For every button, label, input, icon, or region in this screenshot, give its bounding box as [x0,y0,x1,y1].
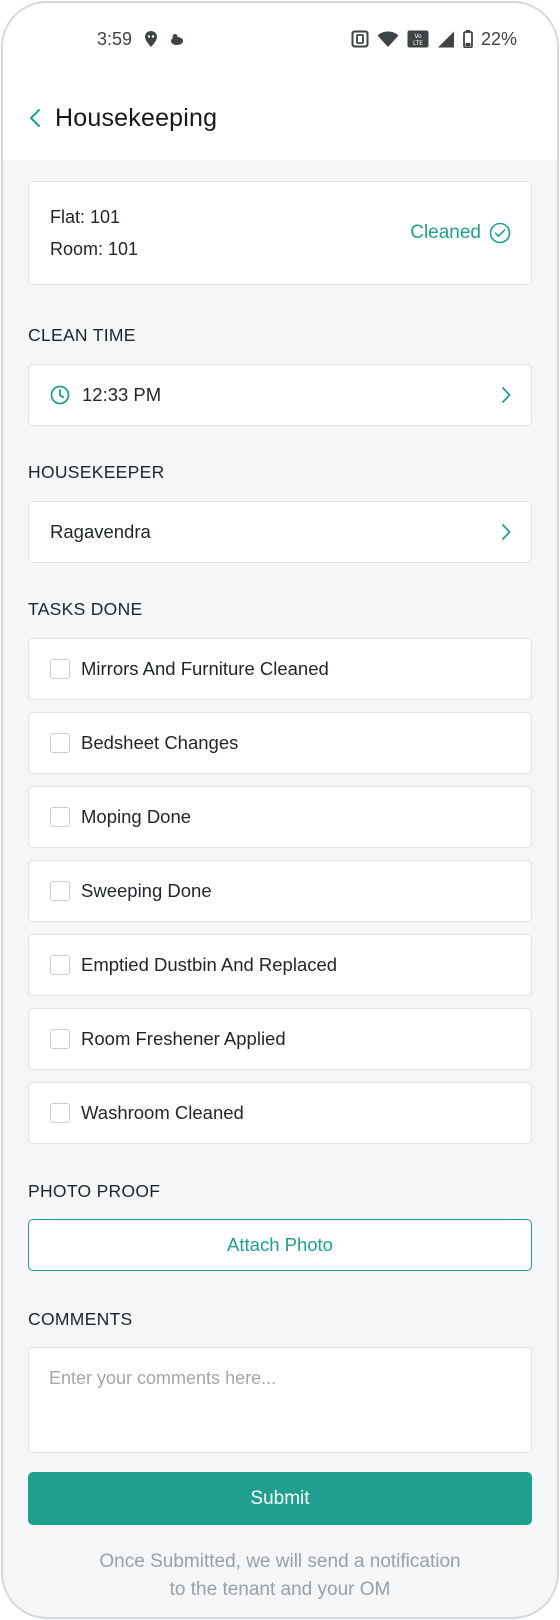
task-checkbox[interactable] [50,1029,70,1049]
room-info-card: Flat: 101 Room: 101 Cleaned [28,181,532,285]
cleaned-status: Cleaned [410,222,511,244]
chevron-right-icon [501,523,511,541]
task-item[interactable]: Mirrors And Furniture Cleaned [28,638,532,700]
cleaned-status-label: Cleaned [410,222,481,243]
housekeeper-value: Ragavendra [50,521,151,542]
volte-icon: Vo LTE [407,30,429,48]
cellular-signal-icon [437,31,455,48]
submit-note: Once Submitted, we will send a notificat… [28,1548,532,1604]
submit-button[interactable]: Submit [28,1472,532,1525]
nfc-icon [351,30,369,48]
task-item[interactable]: Bedsheet Changes [28,712,532,774]
task-label: Moping Done [81,806,192,827]
task-label: Emptied Dustbin And Replaced [81,954,338,975]
clean-time-value: 12:33 PM [82,384,162,405]
back-arrow-icon[interactable] [29,105,51,131]
task-list: Mirrors And Furniture Cleaned Bedsheet C… [28,638,532,1144]
task-checkbox[interactable] [50,1103,70,1123]
top-bar: 3:59 Vo LTE 22% Housekeeping [3,3,557,160]
submit-section: Submit Once Submitted, we will send a no… [28,1472,532,1604]
status-time: 3:59 [97,28,133,49]
submit-note-line-1: Once Submitted, we will send a notificat… [99,1551,461,1572]
task-checkbox[interactable] [50,955,70,975]
task-label: Washroom Cleaned [81,1102,244,1123]
svg-text:LTE: LTE [413,40,423,47]
attach-photo-button[interactable]: Attach Photo [28,1219,532,1271]
task-checkbox[interactable] [50,807,70,827]
task-label: Bedsheet Changes [81,732,239,753]
photo-proof-label: PHOTO PROOF [28,1181,161,1201]
task-item[interactable]: Moping Done [28,786,532,848]
tasks-label: TASKS DONE [28,599,143,619]
task-checkbox[interactable] [50,733,70,753]
task-label: Sweeping Done [81,880,212,901]
task-item[interactable]: Sweeping Done [28,860,532,922]
battery-icon [463,30,473,48]
check-circle-icon [489,222,511,244]
task-item[interactable]: Washroom Cleaned [28,1082,532,1144]
clock-icon [50,385,70,405]
chevron-right-icon [501,386,511,404]
tasks-section: TASKS DONE Mirrors And Furniture Cleaned… [28,599,532,1156]
svg-text:Vo: Vo [414,33,422,40]
battery-percentage: 22% [480,28,517,49]
clean-time-section: CLEAN TIME 12:33 PM [28,325,532,426]
housekeeper-section: HOUSEKEEPER Ragavendra [28,462,532,563]
task-label: Mirrors And Furniture Cleaned [81,658,329,679]
comments-section: COMMENTS [28,1309,532,1453]
clean-time-label: CLEAN TIME [28,325,136,345]
task-label: Room Freshener Applied [81,1028,286,1049]
room-number: Room: 101 [50,239,139,259]
comments-label: COMMENTS [28,1309,133,1329]
task-checkbox[interactable] [50,881,70,901]
location-notification-icon [144,30,158,48]
task-item[interactable]: Emptied Dustbin And Replaced [28,934,532,996]
photo-proof-section: PHOTO PROOF Attach Photo [28,1181,532,1271]
comments-input[interactable] [28,1347,532,1453]
submit-note-line-2: to the tenant and your OM [169,1579,391,1600]
status-bar: 3:59 Vo LTE 22% [3,23,557,55]
phone-screen: 3:59 Vo LTE 22% Housekeeping Flat: 101 R… [1,1,559,1619]
housekeeper-selector[interactable]: Ragavendra [28,501,532,563]
flat-number: Flat: 101 [50,207,121,227]
main-content: Flat: 101 Room: 101 Cleaned CLEAN TIME 1… [28,181,532,1600]
housekeeper-label: HOUSEKEEPER [28,462,165,482]
task-checkbox[interactable] [50,659,70,679]
wifi-icon [377,31,399,48]
app-header: Housekeeping [3,98,557,138]
app-notification-icon [170,33,184,45]
clean-time-selector[interactable]: 12:33 PM [28,364,532,426]
page-title: Housekeeping [55,103,218,132]
task-item[interactable]: Room Freshener Applied [28,1008,532,1070]
